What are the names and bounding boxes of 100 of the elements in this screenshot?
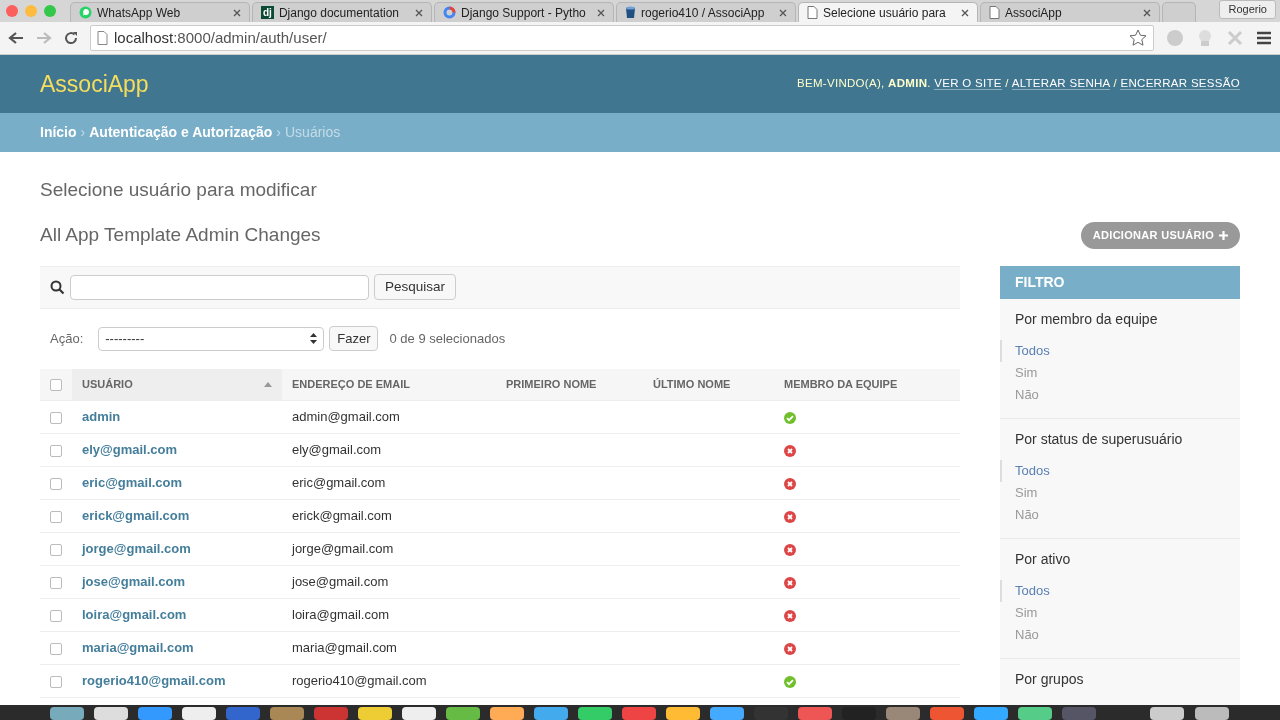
close-icon (1143, 8, 1151, 17)
filter-heading: Por membro da equipe (1014, 309, 1159, 329)
back-icon (8, 31, 24, 45)
close-icon (233, 8, 241, 17)
username-link[interactable]: rogerio410@gmail.com (82, 673, 226, 689)
window-control-icon[interactable] (6, 5, 18, 17)
column-header[interactable]: MEMBRO DA EQUIPE (774, 368, 960, 401)
column-header[interactable]: USUÁRIO (72, 368, 282, 401)
row-checkbox[interactable] (50, 411, 62, 424)
forward-icon (36, 31, 52, 45)
email-text: loira@gmail.com (292, 607, 389, 623)
username-link[interactable]: admin (82, 409, 121, 425)
row-checkbox[interactable] (50, 675, 62, 688)
action-select[interactable]: --------- (98, 326, 325, 351)
username-link[interactable]: loira@gmail.com (82, 607, 187, 623)
row-checkbox[interactable] (50, 609, 62, 622)
email-text: erick@gmail.com (292, 508, 392, 524)
ring-icon (443, 6, 456, 19)
search-icon (50, 279, 65, 295)
filter-heading: Por status de superusuário (1014, 429, 1184, 449)
username-link[interactable]: eric@gmail.com (82, 475, 183, 491)
column-header[interactable]: ÚLTIMO NOME (643, 368, 774, 401)
tab-title: Selecione usuário para (823, 4, 947, 22)
sort-up-icon (264, 381, 272, 387)
column-header[interactable]: ENDEREÇO DE EMAIL (282, 368, 496, 401)
filter-option[interactable]: Não (1000, 383, 1240, 406)
email-text: admin@gmail.com (292, 409, 400, 425)
breadcrumb-separator: › (80, 123, 86, 142)
extension-icon (1196, 29, 1214, 47)
filter-title: FILTRO (1000, 265, 1240, 299)
search-field[interactable] (70, 274, 369, 300)
filter-option[interactable]: Não (1000, 623, 1240, 646)
username-link[interactable]: ely@gmail.com (82, 442, 178, 458)
header-link[interactable]: ENCERRAR SESSÃO (1120, 77, 1240, 91)
filter-option[interactable]: Todos (1000, 459, 1240, 482)
row-checkbox[interactable] (50, 576, 62, 589)
breadcrumb-current: Usuários (285, 123, 341, 142)
browser-tab[interactable]: dj Django documentation (252, 2, 432, 22)
tab-title: Django Support - Pytho (461, 4, 587, 22)
address-bar[interactable]: localhost:8000/admin/auth/user/ (90, 25, 1154, 51)
filter-option[interactable]: Sim (1000, 481, 1240, 504)
username-link[interactable]: erick@gmail.com (82, 508, 190, 524)
add-user-button[interactable]: ADICIONAR USUÁRIO (1080, 222, 1240, 249)
page-subtitle: All App Template Admin Changes (40, 223, 321, 248)
browser-tab[interactable]: WhatsApp Web (70, 2, 250, 22)
username-link[interactable]: jorge@gmail.com (82, 541, 191, 557)
selection-counter: 0 de 9 selecionados (389, 329, 506, 348)
filter-option[interactable]: Sim (1000, 361, 1240, 384)
close-icon (415, 8, 423, 17)
username-link[interactable]: maria@gmail.com (82, 640, 194, 656)
row-checkbox[interactable] (50, 642, 62, 655)
email-text: jorge@gmail.com (292, 541, 394, 557)
browser-tab[interactable]: Django Support - Pytho (434, 2, 614, 22)
email-text: ely@gmail.com (292, 442, 382, 458)
column-header[interactable]: PRIMEIRO NOME (496, 368, 643, 401)
new-tab-button[interactable] (1162, 2, 1196, 22)
close-icon (779, 8, 787, 17)
chat-bubble-icon (79, 6, 92, 19)
filter-option[interactable]: Sim (1000, 601, 1240, 624)
close-icon (597, 8, 605, 17)
page-icon (97, 31, 108, 45)
window-control-icon[interactable] (44, 5, 56, 17)
browser-tab[interactable]: AssociApp (980, 2, 1160, 22)
breadcrumb-link[interactable]: Autenticação e Autorização (89, 122, 273, 143)
site-brand[interactable]: AssociApp (40, 66, 149, 102)
browser-tab[interactable]: Selecione usuário para (798, 2, 978, 22)
email-text: jose@gmail.com (292, 574, 389, 590)
search-button[interactable]: Pesquisar (374, 273, 457, 301)
browser-tab[interactable]: rogerio410 / AssociApp (616, 2, 796, 22)
row-checkbox[interactable] (50, 510, 62, 523)
header-link[interactable]: VER O SITE (934, 77, 1002, 91)
page-title: Selecione usuário para modificar (40, 178, 318, 202)
username-link[interactable]: jose@gmail.com (82, 574, 185, 590)
breadcrumb-link[interactable]: Início (40, 122, 77, 143)
filter-option[interactable]: Todos (1000, 579, 1240, 602)
filter-option[interactable]: Não (1000, 503, 1240, 526)
close-icon (961, 8, 969, 17)
user-tools-text: BEM-VINDO(A), ADMIN. VER O SITE / ALTERAR SENHA / ENCERRAR SESSÃO (797, 76, 1240, 93)
plus-icon (1219, 231, 1228, 240)
menu-icon (1256, 31, 1272, 45)
email-text: maria@gmail.com (292, 640, 397, 656)
page-icon (807, 6, 818, 19)
row-checkbox[interactable] (50, 444, 62, 457)
select-all-checkbox[interactable] (50, 379, 62, 392)
profile-button[interactable]: Rogerio (1219, 0, 1276, 19)
header-link[interactable]: ALTERAR SENHA (1011, 77, 1110, 91)
tab-title: AssociApp (1005, 4, 1063, 22)
address-text: localhost:8000/admin/auth/user/ (114, 27, 327, 48)
row-checkbox[interactable] (50, 543, 62, 556)
row-checkbox[interactable] (50, 477, 62, 490)
reload-icon (64, 31, 78, 45)
filter-option[interactable]: Todos (1000, 339, 1240, 362)
email-text: rogerio410@gmail.com (292, 673, 427, 689)
filter-heading: Por grupos (1014, 669, 1085, 689)
run-action-button[interactable]: Fazer (329, 325, 379, 352)
filter-heading: Por ativo (1014, 549, 1072, 569)
tab-title: rogerio410 / AssociApp (641, 4, 766, 22)
tab-title: Django documentation (278, 4, 400, 22)
page-icon (989, 6, 1000, 19)
window-control-icon[interactable] (25, 5, 37, 17)
